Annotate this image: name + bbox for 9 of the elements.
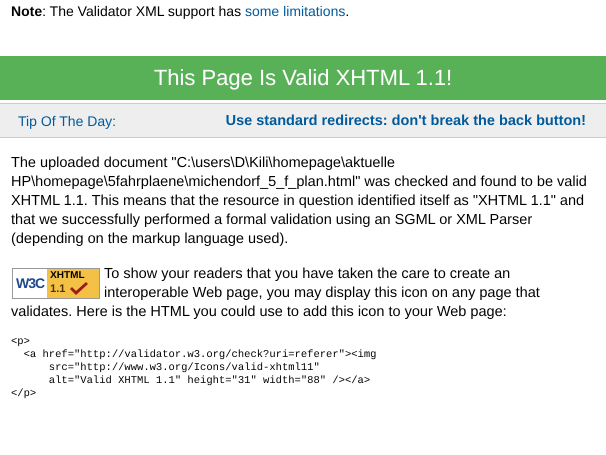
tip-label: Tip Of The Day: bbox=[18, 112, 116, 128]
tip-link[interactable]: Use standard redirects: don't break the back button! bbox=[226, 112, 586, 128]
limitations-link[interactable]: some limitations bbox=[244, 3, 346, 19]
icon-instructions: validates. Here is the HTML you could use to add this icon to your Web page: bbox=[10, 303, 508, 322]
html-code-snippet: <p> <a href="http://validator.w3.org/check?uri=referer"><img src="http://www.w3.org/Icons/valid-xhtml11" alt="Valid XHTML 1.1" height="31" width="88" /></a> </p> bbox=[11, 336, 378, 401]
note-text: Note: The Validator XML support has some limitations. bbox=[10, 2, 350, 21]
result-text: The uploaded document "C:\users\D\Kili\homepage\aktuelle HP\homepage\5fahrplaene\michendorf_5_f_plan.html" was checked and found to be valid XHTML 1.1. This means that the resource in question identified itself as "XHTML 1.1" and that we successfully performed a formal validation using an SGML or XML Parser (depending on the markup language used). bbox=[10, 154, 588, 249]
icon-instructions: To show your readers that you have taken the care to create an interoperable Web page, you may display this icon on any page that bbox=[104, 265, 541, 303]
valid-banner: This Page Is Valid XHTML 1.1! bbox=[0, 56, 606, 100]
